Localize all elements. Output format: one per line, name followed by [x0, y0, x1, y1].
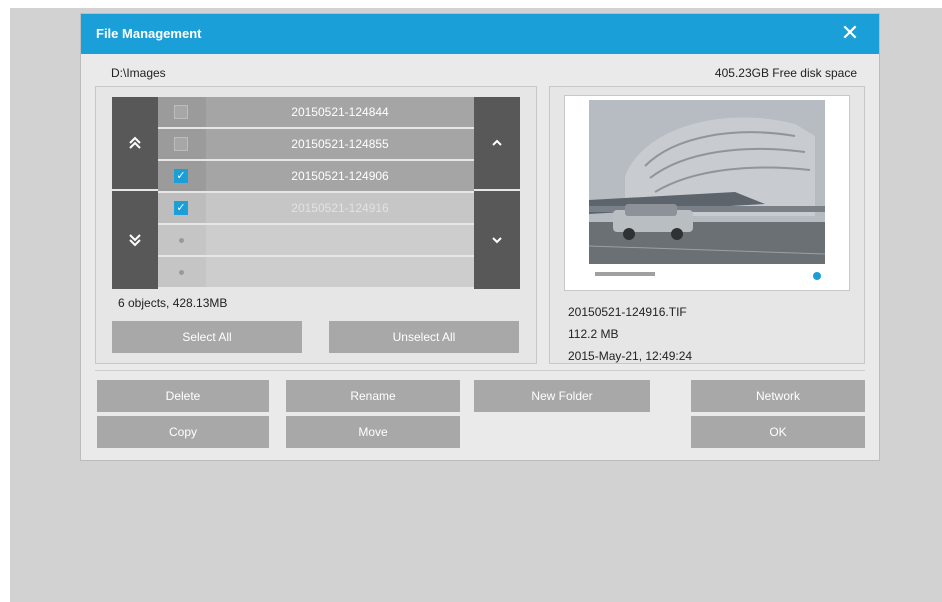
preview-filename: 20150521-124916.TIF [568, 305, 687, 319]
ok-button[interactable]: OK [691, 416, 865, 448]
preview-image [564, 95, 850, 291]
file-list-panel: 20150521-124844 20150521-124855 ✓ 201505… [95, 86, 537, 364]
list-item[interactable] [158, 225, 474, 255]
file-name: 20150521-124855 [206, 129, 474, 159]
network-button[interactable]: Network [691, 380, 865, 412]
list-item[interactable]: 20150521-124855 [158, 129, 474, 159]
list-item[interactable] [158, 257, 474, 287]
checkbox[interactable] [158, 97, 204, 127]
current-path: D:\Images [111, 66, 166, 80]
list-item[interactable]: ✓ 20150521-124906 [158, 161, 474, 191]
file-name: 20150521-124916 [206, 193, 474, 223]
page-down-button[interactable] [112, 191, 158, 289]
checkbox[interactable]: ✓ [158, 193, 204, 223]
divider [95, 370, 865, 371]
unselect-all-button[interactable]: Unselect All [329, 321, 519, 353]
double-chevron-up-icon [129, 136, 141, 149]
chevron-up-icon [492, 139, 502, 146]
file-list: 20150521-124844 20150521-124855 ✓ 201505… [158, 97, 474, 289]
move-button[interactable]: Move [286, 416, 460, 448]
checkbox[interactable] [158, 257, 204, 287]
scroll-up-button[interactable] [474, 97, 520, 189]
file-name: 20150521-124906 [206, 161, 474, 191]
new-folder-button[interactable]: New Folder [474, 380, 650, 412]
checkbox[interactable]: ✓ [158, 161, 204, 191]
copy-button[interactable]: Copy [97, 416, 269, 448]
double-chevron-down-icon [129, 234, 141, 247]
dialog-title: File Management [96, 26, 202, 41]
file-name [206, 257, 474, 287]
delete-button[interactable]: Delete [97, 380, 269, 412]
preview-panel: 20150521-124916.TIF 112.2 MB 2015-May-21… [549, 86, 865, 364]
building-photo-icon [565, 96, 849, 290]
object-summary: 6 objects, 428.13MB [118, 296, 228, 310]
check-icon: ✓ [174, 169, 188, 183]
file-name: 20150521-124844 [206, 97, 474, 127]
select-all-button[interactable]: Select All [112, 321, 302, 353]
scroll-down-button[interactable] [474, 191, 520, 289]
list-item[interactable]: 20150521-124844 [158, 97, 474, 127]
free-disk-space: 405.23GB Free disk space [714, 66, 857, 80]
preview-size: 112.2 MB [568, 327, 619, 341]
check-icon: ✓ [174, 201, 188, 215]
file-name [206, 225, 474, 255]
list-item[interactable]: ✓ 20150521-124916 [158, 193, 474, 223]
chevron-down-icon [492, 237, 502, 244]
checkbox[interactable] [158, 129, 204, 159]
title-bar: File Management ✕ [81, 14, 879, 54]
page-up-button[interactable] [112, 97, 158, 189]
rename-button[interactable]: Rename [286, 380, 460, 412]
close-icon[interactable]: ✕ [837, 20, 863, 46]
preview-date: 2015-May-21, 12:49:24 [568, 349, 693, 363]
file-management-dialog: File Management ✕ D:\Images 405.23GB Fre… [80, 13, 880, 461]
checkbox[interactable] [158, 225, 204, 255]
